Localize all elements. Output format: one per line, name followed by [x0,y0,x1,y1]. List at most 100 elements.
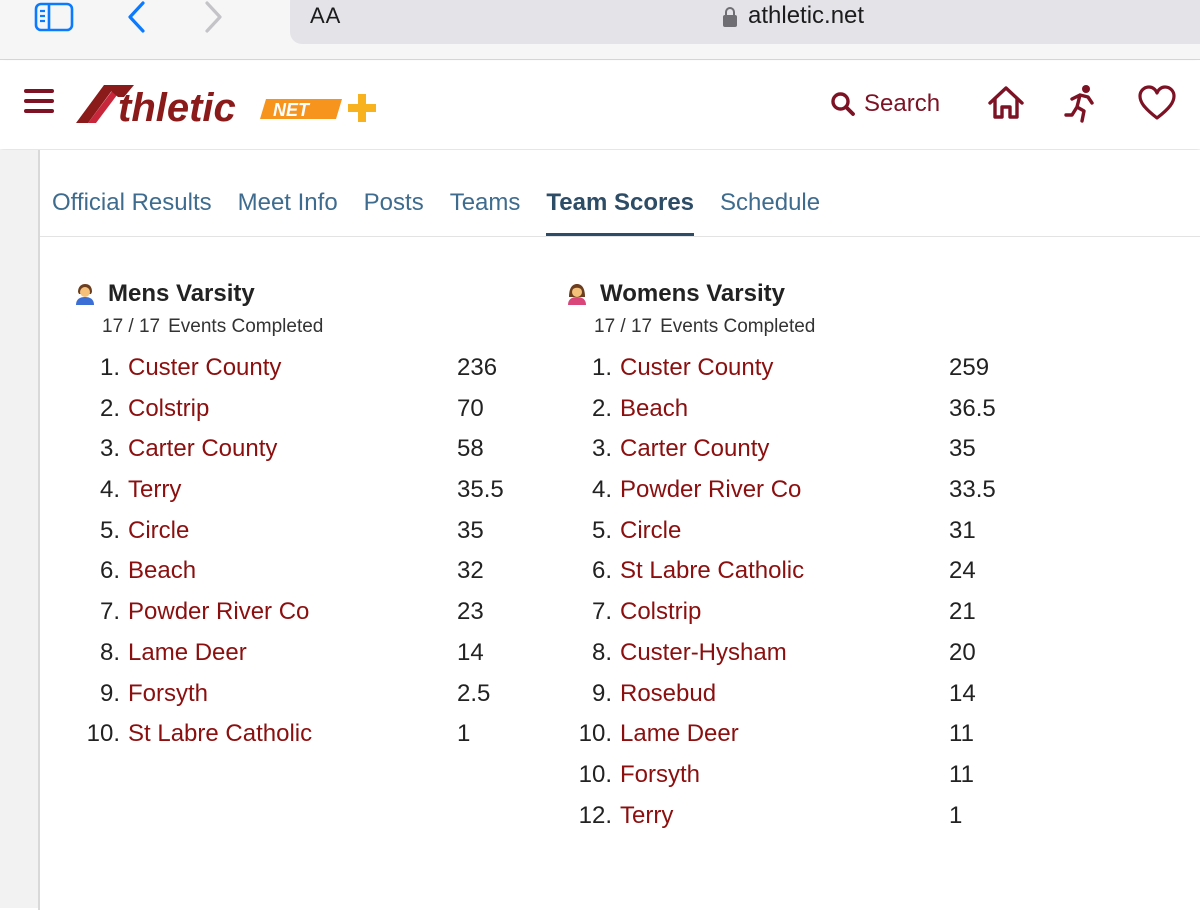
team-points: 1 [457,720,471,748]
athletic-net-plus-logo[interactable]: thletic NET [74,77,384,129]
heart-icon[interactable] [1138,85,1176,121]
tab-teams[interactable]: Teams [450,186,521,236]
team-points: 36.5 [949,394,996,422]
reader-options-button[interactable]: AA [310,3,341,29]
team-link[interactable]: Beach [128,557,196,585]
rank-number: 8. [591,638,612,666]
team-link[interactable]: Custer-Hysham [620,639,787,667]
address-bar[interactable] [290,0,1200,44]
sidebar-toggle-icon[interactable] [34,1,74,33]
team-points: 70 [457,394,484,422]
team-link[interactable]: Circle [128,517,189,545]
team-link[interactable]: Forsyth [128,680,208,708]
team-points: 236 [457,354,498,381]
team-score-row: 7. Colstrip 21 [566,590,976,631]
team-points: 58 [457,435,484,463]
rank-number: 10. [86,720,120,748]
tab-posts[interactable]: Posts [364,186,424,236]
mens-varsity-scores: Mens Varsity 17 / 17 Events Completed 1. C… [74,278,504,753]
back-chevron-icon[interactable] [124,0,150,34]
team-score-row: 10. Lame Deer 11 [566,712,974,753]
team-score-row: 4. Terry 35.5 [74,468,504,509]
home-icon[interactable] [986,83,1026,123]
team-link[interactable]: Powder River Co [620,476,801,504]
events-completed: 17 / 17 Events Completed [102,316,323,338]
team-link[interactable]: Custer County [620,354,773,382]
rank-number: 9. [591,679,612,707]
svg-text:NET: NET [273,100,311,120]
team-link[interactable]: Powder River Co [128,598,309,626]
team-link[interactable]: Lame Deer [128,639,247,667]
team-score-row: 6. St Labre Catholic 24 [566,549,976,590]
url-text[interactable]: athletic.net [748,2,864,30]
tab-team-scores[interactable]: Team Scores [546,186,694,236]
search-label: Search [864,90,941,117]
team-link[interactable]: St Labre Catholic [128,720,312,748]
tab-schedule[interactable]: Schedule [720,186,820,236]
team-score-row: 3. Carter County 35 [566,427,976,468]
team-link[interactable]: Colstrip [128,395,209,423]
team-score-row: 4. Powder River Co 33.5 [566,468,996,509]
rank-number: 1. [591,354,612,381]
team-points: 31 [949,516,976,544]
rank-number: 3. [591,435,612,463]
meet-tabs: Official Results Meet Info Posts Teams T… [52,186,846,236]
rank-number: 1. [99,354,120,381]
team-link[interactable]: Circle [620,517,681,545]
team-score-list: 1. Custer County 259 2. Beach 36.5 3. Carter Co… [566,346,996,834]
team-points: 259 [949,354,990,381]
team-points: 35 [949,435,976,463]
team-points: 1 [949,801,963,829]
running-icon[interactable] [1064,83,1100,123]
events-count: 17 / 17 [102,316,161,337]
team-score-row: 7. Powder River Co 23 [74,590,484,631]
team-link[interactable]: Beach [620,395,688,423]
division-title: Mens Varsity [108,280,255,307]
rank-number: 7. [99,598,120,626]
rank-number: 6. [591,557,612,585]
rank-number: 4. [591,476,612,504]
search-button[interactable]: Search [830,87,940,121]
team-link[interactable]: Forsyth [620,761,700,789]
rank-number: 10. [578,760,612,788]
team-points: 32 [457,557,484,585]
team-link[interactable]: Colstrip [620,598,701,626]
team-score-row: 6. Beach 32 [74,549,484,590]
team-score-row: 10. St Labre Catholic 1 [74,712,471,753]
rank-number: 7. [591,598,612,626]
team-link[interactable]: Carter County [128,435,277,463]
male-person-icon [76,284,94,305]
forward-chevron-icon[interactable] [200,0,226,34]
team-points: 24 [949,557,976,585]
rank-number: 9. [99,679,120,707]
team-points: 35 [457,516,484,544]
division-header: Womens Varsity [566,278,815,310]
search-icon [831,92,855,116]
team-points: 20 [949,638,976,666]
team-points: 14 [457,638,484,666]
events-label: Events Completed [168,316,324,337]
division-header: Mens Varsity [74,278,323,310]
tab-meet-info[interactable]: Meet Info [238,186,338,236]
events-label: Events Completed [660,316,816,337]
team-score-row: 2. Colstrip 70 [74,387,484,428]
rank-number: 8. [99,638,120,666]
team-score-row: 2. Beach 36.5 [566,387,996,428]
team-points: 35.5 [457,476,504,504]
team-points: 11 [949,760,974,788]
rank-number: 10. [578,720,612,748]
team-points: 11 [949,720,974,748]
team-link[interactable]: Custer County [128,354,281,382]
team-points: 21 [949,598,976,626]
tab-official-results[interactable]: Official Results [52,186,212,236]
team-link[interactable]: Terry [128,476,181,504]
team-link[interactable]: Rosebud [620,680,716,708]
team-link[interactable]: Carter County [620,435,769,463]
team-link[interactable]: St Labre Catholic [620,557,804,585]
team-link[interactable]: Terry [620,802,673,830]
team-link[interactable]: Lame Deer [620,720,739,748]
rank-number: 12. [578,801,612,829]
team-score-row: 9. Rosebud 14 [566,672,976,713]
rank-number: 4. [99,476,120,504]
menu-icon[interactable] [24,89,54,115]
